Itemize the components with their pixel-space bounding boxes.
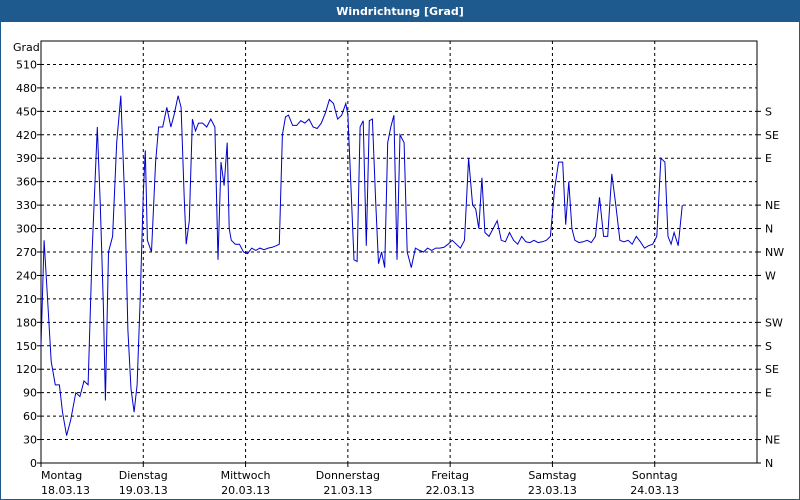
right-tick-label: SE (765, 129, 779, 142)
x-tick-date: 19.03.13 (119, 484, 168, 497)
y-tick-label: 180 (16, 316, 37, 329)
x-tick-date: 22.03.13 (426, 484, 475, 497)
y-tick-label: 0 (30, 457, 37, 470)
y-tick-label: 300 (16, 223, 37, 236)
x-tick-date: 23.03.13 (528, 484, 577, 497)
x-tick-day: Sonntag (632, 469, 678, 482)
right-tick-label: NW (765, 246, 784, 259)
x-tick-day: Freitag (431, 469, 469, 482)
right-tick-label: E (765, 152, 772, 165)
wind-direction-chart: Grad 0 30 60 90 120 150 180 210 240 270 300 330 360 3… (13, 40, 784, 497)
y-tick-label: 270 (16, 246, 37, 259)
y-tick-label: 60 (23, 410, 37, 423)
grid-lines (41, 41, 757, 463)
x-tick-day: Samstag (528, 469, 576, 482)
y-ticks: 0 30 60 90 120 150 180 210 240 270 300 330 360 390 420… (16, 58, 41, 470)
y-tick-label: 420 (16, 129, 37, 142)
y-tick-label: 30 (23, 434, 37, 447)
x-tick-date: 24.03.13 (630, 484, 679, 497)
right-tick-label: NE (765, 434, 780, 447)
x-tick-day: Donnerstag (316, 469, 380, 482)
y-tick-label: 90 (23, 387, 37, 400)
y-tick-label: 450 (16, 105, 37, 118)
right-tick-label: W (765, 269, 776, 282)
right-tick-label: SW (765, 316, 783, 329)
y-tick-label: 150 (16, 340, 37, 353)
x-tick-date: 18.03.13 (41, 484, 90, 497)
y-tick-label: 330 (16, 199, 37, 212)
right-tick-label: SE (765, 363, 779, 376)
y-axis-label: Grad (13, 41, 40, 54)
x-tick-date: 20.03.13 (221, 484, 270, 497)
x-tick-day: Montag (41, 469, 82, 482)
y-tick-label: 510 (16, 58, 37, 71)
right-tick-label: S (765, 340, 772, 353)
y-tick-label: 240 (16, 269, 37, 282)
y-tick-label: 120 (16, 363, 37, 376)
chart-window: Windrichtung [Grad] Grad 0 30 60 90 120 150 18… (0, 0, 800, 500)
x-tick-day: Mittwoch (221, 469, 271, 482)
x-tick-day: Dienstag (119, 469, 168, 482)
y-tick-label: 480 (16, 82, 37, 95)
right-tick-label: N (765, 457, 773, 470)
x-ticks: Montag 18.03.13 Dienstag 19.03.13 Mittwoch 20… (40, 463, 679, 497)
right-tick-label: NE (765, 199, 780, 212)
right-tick-label: E (765, 387, 772, 400)
y-tick-label: 360 (16, 176, 37, 189)
y-tick-label: 390 (16, 152, 37, 165)
right-tick-label: S (765, 105, 772, 118)
right-tick-label: N (765, 223, 773, 236)
x-tick-date: 21.03.13 (323, 484, 372, 497)
y-tick-label: 210 (16, 293, 37, 306)
right-ticks: N NE E SE S SW W NW N NE E SE S (757, 105, 784, 470)
wind-direction-line (40, 95, 683, 436)
